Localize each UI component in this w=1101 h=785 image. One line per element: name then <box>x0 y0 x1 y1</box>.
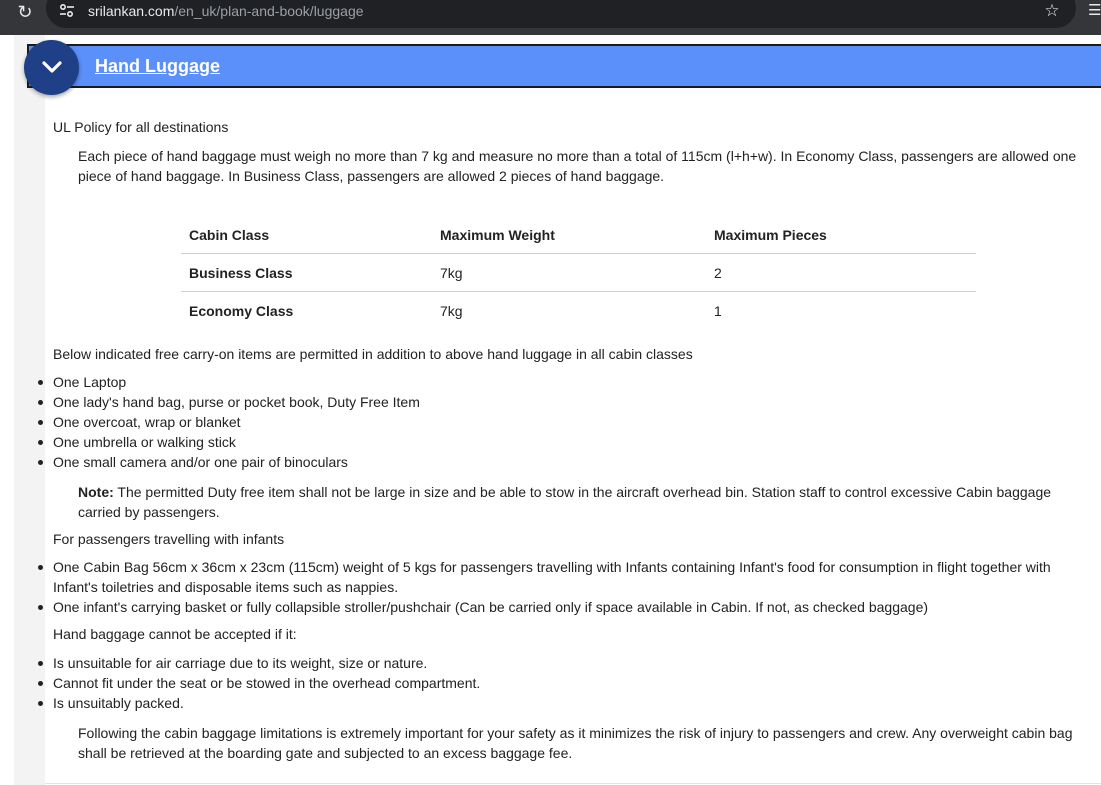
table-cell: 2 <box>714 265 722 281</box>
star-icon[interactable]: ☆ <box>1042 1 1062 21</box>
note-label: Note: <box>78 484 114 500</box>
bullet-icon <box>38 605 43 610</box>
list-item: Is unsuitable for air carriage due to it… <box>53 655 428 671</box>
table-header-cell: Maximum Pieces <box>714 227 827 243</box>
list-item: Is unsuitably packed. <box>53 695 184 711</box>
list-item: Cannot fit under the seat or be stowed i… <box>53 675 481 691</box>
table-cell: 7kg <box>440 303 463 319</box>
policy-heading: UL Policy for all destinations <box>53 119 229 135</box>
table-header-cell: Maximum Weight <box>440 227 555 243</box>
content-bottom-divider <box>45 783 1101 784</box>
bullet-icon <box>38 661 43 666</box>
table-cell: Business Class <box>189 265 293 281</box>
note-paragraph: Note: The permitted Duty free item shall… <box>78 482 1083 522</box>
list-item: One infant's carrying basket or fully co… <box>53 599 929 615</box>
table-cell: Economy Class <box>189 303 294 319</box>
table-cell: 1 <box>714 303 722 319</box>
url-host: srilankan.com <box>88 3 175 19</box>
list-item: One umbrella or walking stick <box>53 434 236 450</box>
bullet-icon <box>38 701 43 706</box>
url-path: /en_uk/plan-and-book/luggage <box>174 3 364 19</box>
table-row: Business Class 7kg 2 <box>181 254 976 292</box>
table-row: Economy Class 7kg 1 <box>181 292 976 329</box>
list-item: One Laptop <box>53 374 127 390</box>
infants-heading: For passengers travelling with infants <box>53 531 285 547</box>
bullet-icon <box>38 400 43 405</box>
carry-on-intro: Below indicated free carry-on items are … <box>53 346 693 362</box>
list-item: One small camera and/or one pair of bino… <box>53 454 348 470</box>
bullet-icon <box>38 681 43 686</box>
table-header-cell: Cabin Class <box>189 227 270 243</box>
extensions-icon[interactable]: ☰ <box>1088 1 1101 21</box>
bullet-icon <box>38 420 43 425</box>
bullet-icon <box>38 380 43 385</box>
accordion-title-link[interactable]: Hand Luggage <box>95 55 220 77</box>
reload-icon[interactable]: ↻ <box>14 2 36 22</box>
table-header-row: Cabin Class Maximum Weight Maximum Piece… <box>181 215 976 254</box>
url-text[interactable]: srilankan.com/en_uk/plan-and-book/luggag… <box>88 3 364 19</box>
table-cell: 7kg <box>440 265 463 281</box>
list-item: One Cabin Bag 56cm x 36cm x 23cm (115cm)… <box>53 559 1051 595</box>
policy-text: Each piece of hand baggage must weigh no… <box>78 148 1077 184</box>
bullet-icon <box>38 565 43 570</box>
list-item: One lady's hand bag, purse or pocket boo… <box>53 394 420 410</box>
bullet-icon <box>38 440 43 445</box>
tune-icon[interactable] <box>58 3 76 19</box>
closing-paragraph: Following the cabin baggage limitations … <box>78 725 1073 761</box>
page-left-gutter <box>14 35 45 785</box>
list-item: One overcoat, wrap or blanket <box>53 414 241 430</box>
note-text: The permitted Duty free item shall not b… <box>78 484 1052 520</box>
chevron-down-icon <box>42 61 62 73</box>
reject-heading: Hand baggage cannot be accepted if it: <box>53 626 297 642</box>
bullet-icon <box>38 460 43 465</box>
accordion-toggle-button[interactable] <box>24 40 79 95</box>
